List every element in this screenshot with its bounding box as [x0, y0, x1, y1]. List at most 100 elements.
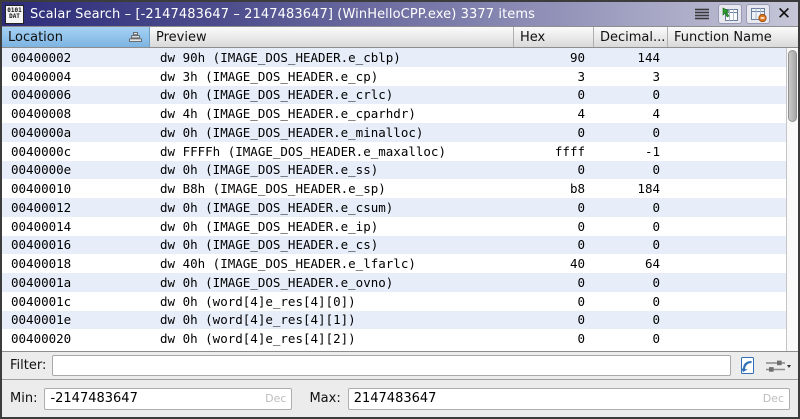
column-header-preview[interactable]: Preview: [150, 27, 514, 47]
table-row[interactable]: 0040001e dw 0h (word[4]e_res[4][1]) 0 0: [2, 311, 786, 330]
window-title: Scalar Search – [-2147483647 – 214748364…: [30, 7, 690, 22]
table-row[interactable]: 00400018 dw 40h (IMAGE_DOS_HEADER.e_lfar…: [2, 254, 786, 273]
vertical-scrollbar[interactable]: [786, 48, 798, 351]
cell-hex: 0: [514, 294, 594, 309]
cell-hex: 0: [514, 275, 594, 290]
cell-location: 00400010: [2, 181, 150, 196]
cell-location: 00400002: [2, 50, 150, 65]
table-row[interactable]: 0040000a dw 0h (IMAGE_DOS_HEADER.e_minal…: [2, 123, 786, 142]
column-header-decimal[interactable]: Decimal...: [594, 27, 668, 47]
cell-hex: 0: [514, 200, 594, 215]
min-field: Dec: [44, 388, 292, 410]
cell-decimal: 0: [594, 162, 668, 177]
cell-preview: dw 0h (IMAGE_DOS_HEADER.e_minalloc): [150, 125, 514, 140]
cell-preview: dw 0h (IMAGE_DOS_HEADER.e_ovno): [150, 275, 514, 290]
column-header-row: Location Preview Hex Decimal... Function…: [2, 26, 798, 48]
results-table: 00400002 dw 90h (IMAGE_DOS_HEADER.e_cblp…: [2, 48, 798, 351]
menu-lines-button[interactable]: [690, 4, 714, 24]
cell-preview: dw 3h (IMAGE_DOS_HEADER.e_cp): [150, 69, 514, 84]
column-header-label: Preview: [156, 30, 507, 45]
cell-location: 0040000a: [2, 125, 150, 140]
cell-decimal: 0: [594, 125, 668, 140]
menu-lines-icon: [694, 7, 710, 21]
cell-decimal: 184: [594, 181, 668, 196]
column-header-function-name[interactable]: Function Name: [668, 27, 798, 47]
table-row[interactable]: 00400004 dw 3h (IMAGE_DOS_HEADER.e_cp) 3…: [2, 67, 786, 86]
cell-preview: dw 4h (IMAGE_DOS_HEADER.e_cparhdr): [150, 106, 514, 121]
cell-location: 0040000e: [2, 162, 150, 177]
cell-preview: dw FFFFh (IMAGE_DOS_HEADER.e_maxalloc): [150, 144, 514, 159]
table-row[interactable]: 00400006 dw 0h (IMAGE_DOS_HEADER.e_crlc)…: [2, 86, 786, 105]
column-header-label: Function Name: [674, 30, 792, 45]
cell-preview: dw B8h (IMAGE_DOS_HEADER.e_sp): [150, 181, 514, 196]
cell-hex: 0: [514, 125, 594, 140]
filter-input[interactable]: [52, 355, 731, 376]
cell-preview: dw 0h (word[4]e_res[4][1]): [150, 312, 514, 327]
sort-ascending-icon: [128, 31, 143, 44]
max-label: Max:: [309, 391, 340, 406]
remove-items-button[interactable]: [746, 4, 770, 24]
max-input[interactable]: [354, 391, 759, 406]
selection-table-icon: [722, 7, 739, 22]
column-header-label: Location: [8, 30, 128, 45]
cell-hex: 90: [514, 50, 594, 65]
cell-decimal: 144: [594, 50, 668, 65]
table-row[interactable]: 00400008 dw 4h (IMAGE_DOS_HEADER.e_cparh…: [2, 104, 786, 123]
table-row[interactable]: 00400016 dw 0h (IMAGE_DOS_HEADER.e_cs) 0…: [2, 236, 786, 255]
cell-location: 0040001a: [2, 275, 150, 290]
min-dec-hint: Dec: [261, 392, 286, 405]
cell-location: 00400012: [2, 200, 150, 215]
cell-hex: 0: [514, 87, 594, 102]
cell-preview: dw 0h (IMAGE_DOS_HEADER.e_crlc): [150, 87, 514, 102]
column-header-label: Decimal...: [600, 30, 665, 45]
cell-preview: dw 0h (IMAGE_DOS_HEADER.e_ss): [150, 162, 514, 177]
scrollbar-thumb[interactable]: [788, 50, 797, 122]
cell-location: 00400014: [2, 219, 150, 234]
cell-decimal: 0: [594, 294, 668, 309]
column-filter-button[interactable]: [764, 357, 792, 375]
table-row[interactable]: 0040001a dw 0h (IMAGE_DOS_HEADER.e_ovno)…: [2, 273, 786, 292]
cell-decimal: 4: [594, 106, 668, 121]
cell-hex: ffff: [514, 144, 594, 159]
table-row[interactable]: 0040001c dw 0h (word[4]e_res[4][0]) 0 0: [2, 292, 786, 311]
cell-hex: 0: [514, 237, 594, 252]
filter-bar: Filter:: [2, 351, 798, 380]
cell-preview: dw 0h (IMAGE_DOS_HEADER.e_cs): [150, 237, 514, 252]
column-header-location[interactable]: Location: [2, 27, 150, 47]
table-row[interactable]: 00400002 dw 90h (IMAGE_DOS_HEADER.e_cblp…: [2, 48, 786, 67]
cell-decimal: 64: [594, 256, 668, 271]
cell-hex: b8: [514, 181, 594, 196]
cell-preview: dw 0h (IMAGE_DOS_HEADER.e_csum): [150, 200, 514, 215]
table-row[interactable]: 0040000c dw FFFFh (IMAGE_DOS_HEADER.e_ma…: [2, 142, 786, 161]
cell-location: 00400006: [2, 87, 150, 102]
cell-decimal: 0: [594, 200, 668, 215]
cell-location: 0040001e: [2, 312, 150, 327]
data-icon-line2: DAT: [9, 14, 20, 21]
table-row[interactable]: 00400020 dw 0h (word[4]e_res[4][2]) 0 0: [2, 329, 786, 348]
cell-location: 00400020: [2, 331, 150, 346]
cell-hex: 0: [514, 162, 594, 177]
sliders-icon: [765, 358, 791, 374]
column-header-hex[interactable]: Hex: [514, 27, 594, 47]
filter-label: Filter:: [10, 358, 46, 373]
make-selection-button[interactable]: [718, 4, 742, 24]
filter-options-button[interactable]: [737, 355, 758, 376]
table-row[interactable]: 00400012 dw 0h (IMAGE_DOS_HEADER.e_csum)…: [2, 198, 786, 217]
min-input[interactable]: [50, 391, 261, 406]
cell-hex: 0: [514, 312, 594, 327]
cell-location: 00400016: [2, 237, 150, 252]
close-button[interactable]: ✕: [774, 4, 794, 24]
cell-preview: dw 40h (IMAGE_DOS_HEADER.e_lfarlc): [150, 256, 514, 271]
cell-decimal: 0: [594, 275, 668, 290]
cell-preview: dw 0h (word[4]e_res[4][2]): [150, 331, 514, 346]
table-row[interactable]: 00400014 dw 0h (IMAGE_DOS_HEADER.e_ip) 0…: [2, 217, 786, 236]
cell-decimal: 3: [594, 69, 668, 84]
max-dec-hint: Dec: [759, 392, 784, 405]
table-row[interactable]: 00400010 dw B8h (IMAGE_DOS_HEADER.e_sp) …: [2, 179, 786, 198]
cell-decimal: 0: [594, 87, 668, 102]
close-icon: ✕: [777, 4, 791, 24]
data-type-icon: 0101 DAT: [5, 5, 24, 24]
table-row[interactable]: 0040000e dw 0h (IMAGE_DOS_HEADER.e_ss) 0…: [2, 161, 786, 180]
column-header-label: Hex: [520, 30, 587, 45]
table-body: 00400002 dw 90h (IMAGE_DOS_HEADER.e_cblp…: [2, 48, 786, 351]
